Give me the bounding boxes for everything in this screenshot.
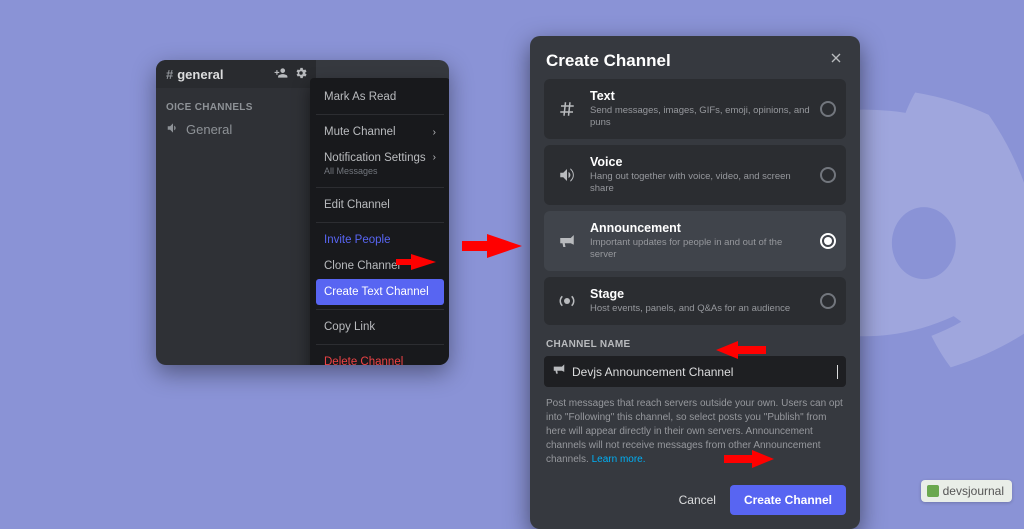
radio-icon xyxy=(820,167,836,183)
cancel-button[interactable]: Cancel xyxy=(679,493,716,507)
sidebar-header: # general xyxy=(156,60,316,88)
add-person-icon[interactable] xyxy=(274,66,288,83)
speaker-icon xyxy=(554,166,580,184)
modal-footer: Cancel Create Channel xyxy=(530,467,860,529)
annotation-arrow-2 xyxy=(462,232,522,260)
channel-sidebar: # general OICE CHANNELS General xyxy=(156,60,316,365)
channel-type-list: TextSend messages, images, GIFs, emoji, … xyxy=(530,79,860,325)
channel-name-label: CHANNEL NAME xyxy=(530,325,860,356)
close-icon[interactable] xyxy=(828,50,844,71)
hash-icon: # xyxy=(166,67,173,82)
radio-icon xyxy=(820,293,836,309)
channel-sidebar-panel: # general OICE CHANNELS General moderato… xyxy=(156,60,449,365)
channel-context-menu: Mark As Read Mute Channel› Notification … xyxy=(310,78,449,365)
create-channel-modal: Create Channel TextSend messages, images… xyxy=(530,36,860,529)
channel-name-input[interactable]: Devjs Announcement Channel xyxy=(572,365,830,379)
ctx-delete-channel[interactable]: Delete Channel xyxy=(316,349,444,365)
watermark: devsjournal xyxy=(921,480,1012,502)
type-stage[interactable]: StageHost events, panels, and Q&As for a… xyxy=(544,277,846,325)
type-text[interactable]: TextSend messages, images, GIFs, emoji, … xyxy=(544,79,846,139)
channel-name-input-wrap[interactable]: Devjs Announcement Channel xyxy=(544,356,846,387)
text-caret xyxy=(837,365,838,379)
ctx-mute-channel[interactable]: Mute Channel› xyxy=(316,119,444,145)
ctx-clone-channel[interactable]: Clone Channel xyxy=(316,253,444,279)
create-channel-button[interactable]: Create Channel xyxy=(730,485,846,515)
modal-title: Create Channel xyxy=(546,51,671,71)
ctx-invite-people[interactable]: Invite People xyxy=(316,227,444,253)
learn-more-link[interactable]: Learn more. xyxy=(592,454,646,465)
ctx-notification-settings[interactable]: Notification Settings› All Messages xyxy=(316,145,444,183)
channel-title: general xyxy=(177,67,223,82)
voice-channels-label: OICE CHANNELS xyxy=(156,88,316,117)
hash-icon xyxy=(554,100,580,118)
type-announcement[interactable]: AnnouncementImportant updates for people… xyxy=(544,211,846,271)
helper-text: Post messages that reach servers outside… xyxy=(530,387,860,467)
ctx-create-text-channel[interactable]: Create Text Channel xyxy=(316,279,444,305)
megaphone-icon xyxy=(554,232,580,250)
voice-channel-label: General xyxy=(186,122,232,137)
megaphone-icon xyxy=(552,362,566,381)
ctx-edit-channel[interactable]: Edit Channel xyxy=(316,192,444,218)
type-voice[interactable]: VoiceHang out together with voice, video… xyxy=(544,145,846,205)
speaker-icon xyxy=(166,121,180,138)
radio-icon xyxy=(820,101,836,117)
stage-icon xyxy=(554,292,580,310)
ctx-mark-as-read[interactable]: Mark As Read xyxy=(316,84,444,110)
radio-selected-icon xyxy=(820,233,836,249)
ctx-copy-link[interactable]: Copy Link xyxy=(316,314,444,340)
chevron-right-icon: › xyxy=(433,127,436,138)
voice-channel-general[interactable]: General xyxy=(156,117,316,142)
gear-icon[interactable] xyxy=(294,66,308,83)
chevron-right-icon: › xyxy=(433,152,436,164)
